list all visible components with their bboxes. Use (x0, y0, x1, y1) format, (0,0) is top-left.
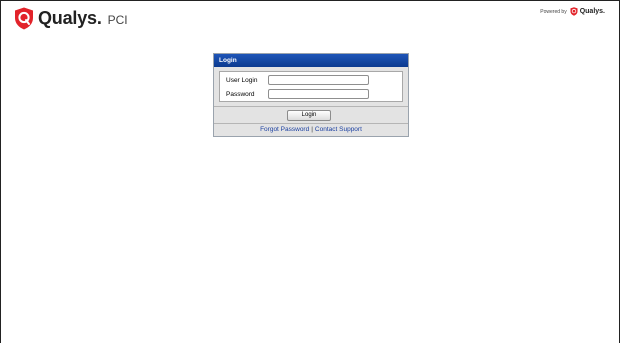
qualys-logo: Qualys. PCI (14, 7, 128, 30)
password-label: Password (226, 90, 255, 98)
powered-brand: Qualys. (579, 8, 605, 15)
help-links: Forgot Password | Contact Support (214, 126, 408, 133)
user-login-label: User Login (226, 76, 258, 84)
divider (214, 106, 408, 107)
user-login-input[interactable] (268, 75, 369, 85)
login-fields: User Login Password (219, 71, 403, 102)
header: Qualys. PCI Powered by Qualys. (1, 1, 619, 41)
page: Qualys. PCI Powered by Qualys. Login Use… (0, 0, 620, 343)
divider (214, 123, 408, 124)
login-button[interactable]: Login (287, 110, 331, 121)
link-separator: | (311, 126, 313, 133)
qualys-shield-icon (15, 7, 33, 30)
user-login-row: User Login (226, 75, 369, 85)
powered-by: Powered by Qualys. (540, 7, 605, 16)
contact-support-link[interactable]: Contact Support (315, 126, 362, 133)
qualys-small-shield-icon (570, 7, 578, 16)
password-input[interactable] (268, 89, 369, 99)
brand-name: Qualys. (38, 8, 102, 28)
product-name: PCI (107, 12, 128, 27)
forgot-password-link[interactable]: Forgot Password (260, 126, 309, 133)
login-title: Login (214, 54, 408, 67)
login-panel: Login User Login Password Login Forgot P… (213, 53, 409, 137)
powered-by-label: Powered by (540, 8, 567, 15)
password-row: Password (226, 89, 369, 99)
